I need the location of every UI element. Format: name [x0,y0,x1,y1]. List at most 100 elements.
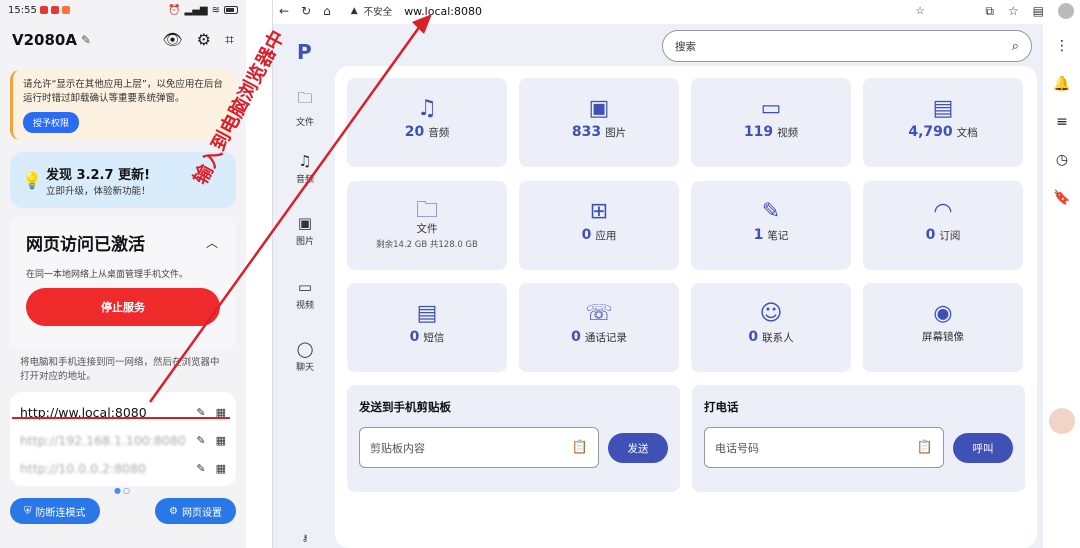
tile-call-log[interactable]: ☏ 0 通话记录 [519,283,679,372]
anti-disconnect-button[interactable]: ⛨ 防断连模式 [10,498,100,524]
tile-contacts[interactable]: ☺ 0 联系人 [691,283,851,372]
tile-apps[interactable]: ⊞ 0 应用 [519,181,679,270]
signal-icon: ▂▄▆ [184,4,208,16]
search-icon[interactable]: ⌕ [1012,39,1019,54]
chevron-up-icon[interactable]: ︿ [206,234,218,251]
nav-item-chat[interactable]: ◯ 聊天 [287,340,323,373]
qr-code-icon[interactable]: ▦ [216,434,226,447]
phone-bottom-buttons: ⛨ 防断连模式 ⚙ 网页设置 [0,498,246,524]
gear-icon[interactable]: ⚙ [197,30,211,50]
status-time: 15:55 [8,4,37,16]
clipboard-input[interactable]: 剪贴板内容 📋 [359,427,599,468]
tile-count: 0 [409,329,420,345]
app-notification-icon [39,6,48,14]
timer-icon[interactable]: ◷ [1056,152,1068,168]
tile-videos[interactable]: ▭ 119 视频 [691,78,851,167]
url-text[interactable]: http://ww.local:8080 [20,405,186,420]
music-icon: ♫ [298,152,312,170]
screen-mirror-icon: ◉ [933,301,953,326]
nav-item-videos[interactable]: ▭ 视频 [287,278,323,311]
dashboard: ♫ 20 音频 ▣ 833 图片 ▭ 119 视频 ▤ 4,790 文档 🗀 文… [335,66,1037,548]
tile-notes[interactable]: ✎ 1 笔记 [691,181,851,270]
video-icon: ▭ [760,96,782,121]
grant-permission-button[interactable]: 授予权限 [23,112,80,133]
nav-item-files[interactable]: 🗀 文件 [287,88,323,128]
back-icon[interactable]: ← [279,4,289,18]
clipboard-icon[interactable]: 📋 [917,440,933,455]
notebook-icon: ✎ [761,199,781,224]
app-notification-icon [50,6,59,14]
warning-text: 请允许“显示在其他应用上层”，以免应用在后台运行时错过卸载确认等重要系统弹窗。 [23,79,223,104]
warning-icon: ▲ [350,6,358,16]
chat-icon: ◯ [296,340,314,358]
search-placeholder: 搜索 [675,40,696,53]
tile-count: 119 [743,124,774,140]
url-text[interactable]: http://10.0.0.2:8080 [20,461,186,476]
tile-images[interactable]: ▣ 833 图片 [519,78,679,167]
search-bar[interactable]: 搜索 ⌕ [662,30,1032,62]
tile-sms[interactable]: ▤ 0 短信 [347,283,507,372]
url-list: http://ww.local:8080 ✎ ▦ http://192.168.… [10,392,236,486]
url-text[interactable]: http://192.168.1.100:8080 [20,433,186,448]
edit-icon[interactable]: ✎ [196,462,205,475]
tile-files[interactable]: 🗀 文件 剩余14.2 GB 共128.0 GB [347,181,507,270]
folder-icon: 🗀 [297,89,313,107]
update-subtitle: 立即升级，体验新功能！ [46,185,151,197]
eye-icon[interactable]: 👁 [162,30,182,50]
send-button[interactable]: 发送 [608,433,668,463]
insecure-label: 不安全 [363,7,393,18]
nav-item-audio[interactable]: ♫ 音频 [287,152,323,185]
anti-disconnect-label: 防断连模式 [35,507,86,519]
nav-item-images[interactable]: ▣ 图片 [287,214,323,247]
tile-label: 屏幕镜像 [922,331,964,343]
tile-label: 笔记 [767,230,789,242]
more-icon[interactable]: ⋮ [1055,38,1069,54]
bell-icon[interactable]: 🔔 [1053,76,1070,92]
call-button[interactable]: 呼叫 [953,433,1013,463]
tile-feeds[interactable]: ◠ 0 订阅 [863,181,1023,270]
tile-label: 视频 [777,127,799,139]
tile-documents[interactable]: ▤ 4,790 文档 [863,78,1023,167]
tile-count: 833 [571,124,602,140]
refresh-icon[interactable]: ↻ [301,4,311,18]
edit-name-icon[interactable]: ✎ [81,33,91,47]
tile-screen-mirror[interactable]: ◉ 屏幕镜像 [863,283,1023,372]
edit-icon[interactable]: ✎ [196,406,205,419]
phone-number-input[interactable]: 电话号码 📋 [704,427,944,468]
stop-service-button[interactable]: 停止服务 [26,288,220,326]
screenshot-root: 15:55 ⏰ ▂▄▆ ≋ V2080A ✎ 👁 ⚙ ⌗ 请允许“显示在其他应用 [0,0,1080,548]
tile-count: 0 [748,329,759,345]
tile-audio[interactable]: ♫ 20 音频 [347,78,507,167]
profile-avatar[interactable] [1058,3,1074,19]
scan-icon[interactable]: ⌗ [225,30,234,50]
extensions-icon[interactable]: ⧉ [985,4,994,19]
collections-icon[interactable]: ▤ [1033,4,1044,18]
phone-log-icon: ☏ [585,301,613,326]
web-settings-button[interactable]: ⚙ 网页设置 [155,498,236,524]
battery-icon [224,6,238,14]
folder-icon: 🗀 [415,198,438,223]
call-panel: 打电话 电话号码 📋 呼叫 [692,385,1025,492]
address-url[interactable]: ww.local:8080 [404,5,482,18]
clipboard-placeholder: 剪贴板内容 [370,441,425,455]
bookmark-icon[interactable]: 🔖 [1053,190,1070,206]
tile-count: 0 [581,227,592,243]
document-icon: ▤ [932,96,954,121]
qr-code-icon[interactable]: ▦ [216,406,226,419]
address-bar[interactable]: ▲ 不安全 ww.local:8080 ☆ [343,2,933,20]
star-icon[interactable]: ☆ [915,5,924,17]
home-icon[interactable]: ⌂ [323,4,331,18]
qr-code-icon[interactable]: ▦ [216,462,226,475]
url-row: http://10.0.0.2:8080 ✎ ▦ [20,454,226,482]
favorites-icon[interactable]: ☆ [1008,4,1019,18]
web-settings-label: 网页设置 [182,507,222,519]
nav-label: 图片 [295,237,314,247]
update-title: 发现 3.2.7 更新! [46,167,150,183]
edit-icon[interactable]: ✎ [196,434,205,447]
playlist-icon[interactable]: ≡ [1056,114,1068,130]
clipboard-icon[interactable]: 📋 [572,440,588,455]
key-icon[interactable]: ⚷ [287,534,323,544]
browser-toolbar: ← ↻ ⌂ ▲ 不安全 ww.local:8080 ☆ ⧉ ☆ ▤ [273,0,1080,22]
clipboard-panel: 发送到手机剪贴板 剪贴板内容 📋 发送 [347,385,680,492]
assistant-avatar[interactable] [1049,408,1075,434]
